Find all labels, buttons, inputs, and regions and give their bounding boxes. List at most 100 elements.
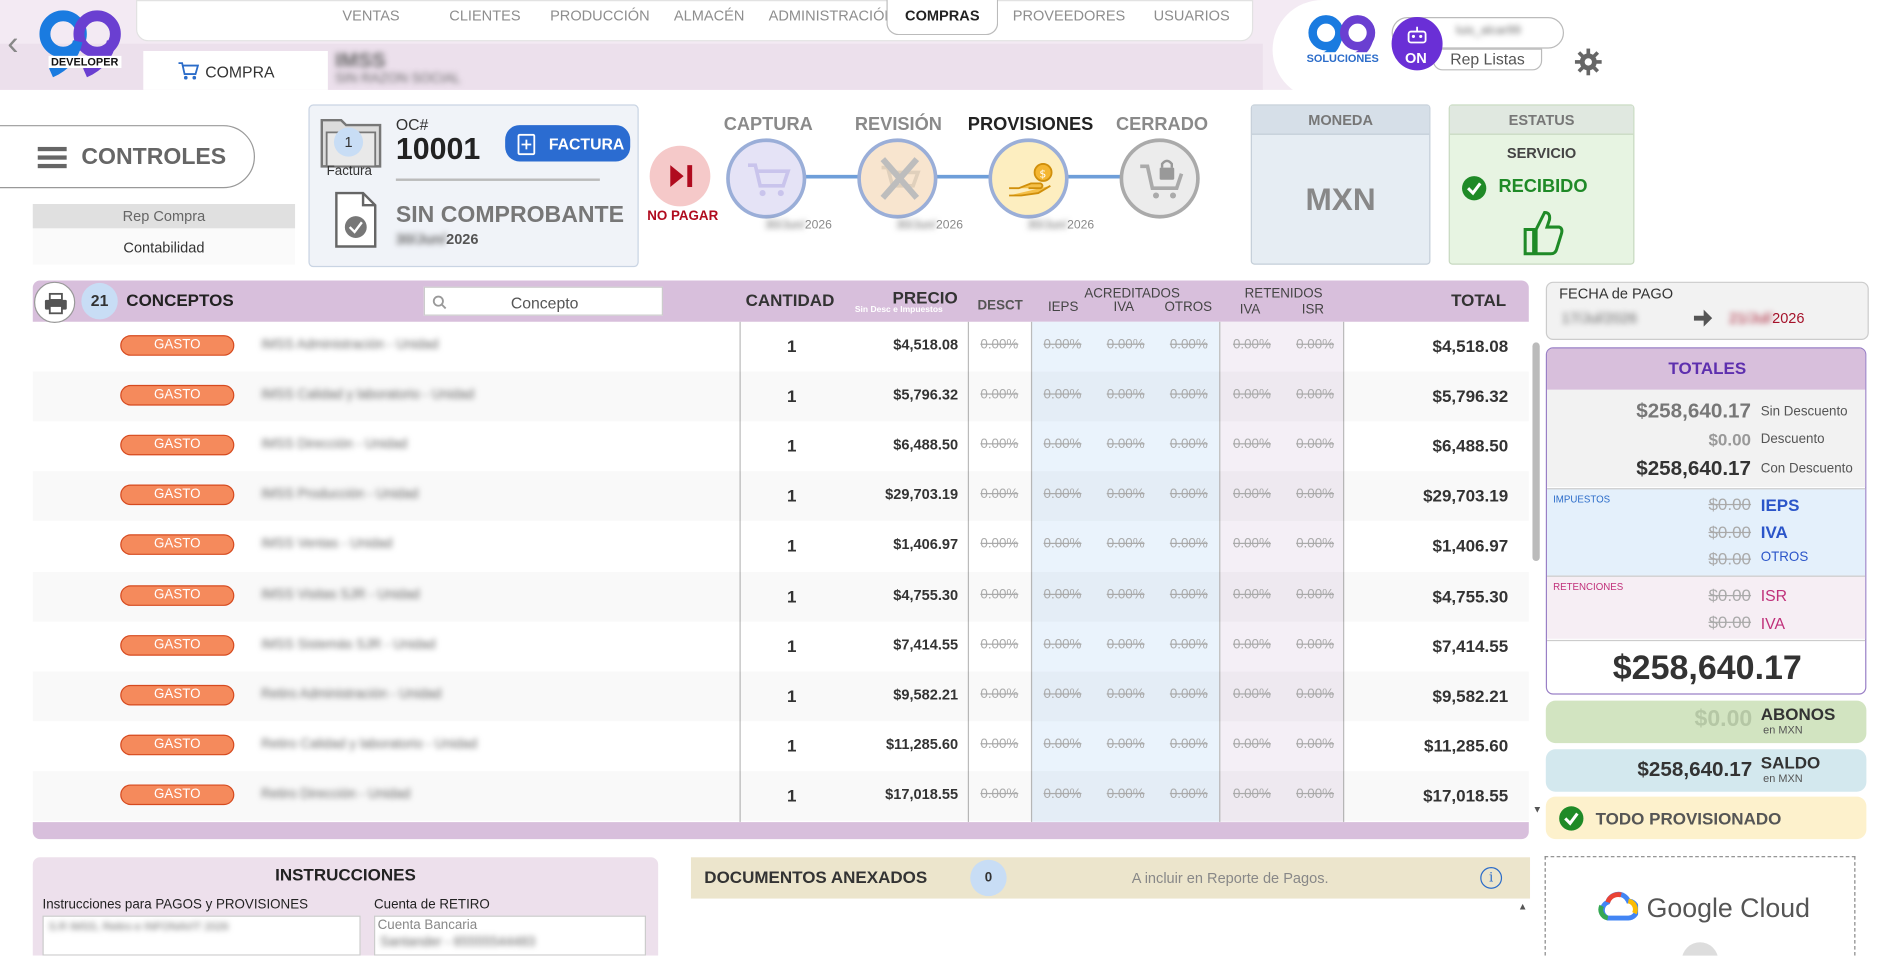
pagos-textarea[interactable]: S.R IMSS, Retiro e INFONAVIT 2026 — [42, 915, 361, 956]
concepto-search-input[interactable]: Concepto — [423, 286, 664, 316]
abonos-value: $0.00 — [1694, 706, 1753, 733]
nav-almacen[interactable]: ALMACÉN — [674, 7, 744, 24]
table-row[interactable]: GASTO Retiro Administración - Unidad 1 $9,5… — [33, 671, 1529, 721]
precio-cell[interactable]: $7,414.55 — [834, 636, 958, 653]
precio-cell[interactable]: $5,796.32 — [834, 386, 958, 403]
cantidad-cell[interactable]: 1 — [774, 636, 810, 655]
retiro-placeholder: Cuenta Bancaria — [377, 918, 478, 933]
nav-produccion[interactable]: PRODUCCIÓN — [550, 7, 650, 24]
cantidad-cell[interactable]: 1 — [774, 436, 810, 455]
print-button[interactable] — [34, 281, 76, 324]
table-scrollbar-thumb[interactable] — [1532, 342, 1540, 562]
cantidad-cell[interactable]: 1 — [774, 686, 810, 705]
tipo-badge[interactable]: GASTO — [120, 734, 235, 756]
gear-icon[interactable] — [1574, 47, 1603, 76]
table-row[interactable]: GASTO Retiro Dirección - Unidad 1 $17,018.5… — [33, 771, 1529, 821]
cantidad-cell[interactable]: 1 — [774, 736, 810, 755]
upload-button[interactable] — [1681, 942, 1719, 956]
cantidad-cell[interactable]: 1 — [774, 336, 810, 355]
nav-usuarios[interactable]: USUARIOS — [1154, 7, 1230, 24]
tipo-badge[interactable]: GASTO — [120, 534, 235, 556]
factura-button[interactable]: FACTURA — [505, 125, 631, 162]
precio-cell[interactable]: $29,703.19 — [834, 486, 958, 503]
precio-cell[interactable]: $17,018.55 — [834, 786, 958, 803]
cantidad-cell[interactable]: 1 — [774, 586, 810, 605]
upload-dropzone[interactable]: Google Cloud — [1544, 856, 1856, 956]
controles-button[interactable]: CONTROLES — [0, 125, 256, 189]
step-captura[interactable] — [726, 138, 807, 219]
tipo-badge[interactable]: GASTO — [120, 484, 235, 506]
robot-status-avatar[interactable]: ON — [1391, 17, 1443, 71]
precio-cell[interactable]: $9,582.21 — [834, 686, 958, 703]
total-cell: $4,518.08 — [1432, 336, 1509, 356]
cantidad-cell[interactable]: 1 — [774, 786, 810, 805]
iva-cell: 0.00% — [1106, 686, 1145, 702]
table-row[interactable]: GASTO IMSS Producción - Unidad 1 $29,703.19… — [33, 472, 1529, 522]
tipo-badge[interactable]: GASTO — [120, 335, 235, 356]
precio-cell[interactable]: $11,285.60 — [834, 736, 958, 753]
table-row[interactable]: GASTO IMSS Administración - Unidad 1 $4,518… — [33, 322, 1529, 372]
precio-cell[interactable]: $4,518.08 — [834, 336, 958, 353]
step-revision[interactable] — [857, 138, 938, 219]
comprobante-status: SIN COMPROBANTE — [395, 202, 625, 229]
cart-lock-icon — [1140, 159, 1184, 199]
tipo-badge[interactable]: GASTO — [120, 684, 235, 706]
step-cerrado[interactable] — [1119, 138, 1200, 219]
tab-compra[interactable]: COMPRA — [143, 51, 328, 90]
table-row[interactable]: GASTO Retiro Calidad y laboratorio - Unid… — [33, 721, 1529, 771]
precio-cell[interactable]: $4,755.30 — [834, 586, 958, 603]
iva-total-label: IVA — [1760, 522, 1788, 542]
tipo-badge[interactable]: GASTO — [120, 385, 235, 406]
ieps-cell: 0.00% — [1043, 387, 1082, 403]
tipo-badge[interactable]: GASTO — [120, 634, 235, 656]
factura-button-label: FACTURA — [548, 134, 625, 154]
cantidad-cell[interactable]: 1 — [774, 486, 810, 505]
nav-compras[interactable]: COMPRAS — [886, 0, 999, 36]
otros-cell: 0.00% — [1169, 786, 1208, 802]
back-chevron-icon[interactable]: ‹ — [7, 26, 18, 61]
isr-cell: 0.00% — [1296, 587, 1335, 602]
table-row[interactable]: GASTO IMSS Ventas - Unidad 1 $1,406.97 0.00%… — [33, 521, 1529, 571]
retiro-field[interactable]: Cuenta Bancaria Santander - 65555544483 — [374, 915, 647, 956]
otros-cell: 0.00% — [1169, 686, 1208, 702]
scroll-up-arrow-icon[interactable]: ▲ — [1518, 901, 1528, 912]
fecha-pago-to-day: 21/Jul/ — [1729, 309, 1773, 327]
nav-proveedores[interactable]: PROVEEDORES — [1013, 7, 1126, 24]
otros-cell: 0.00% — [1169, 637, 1208, 652]
otros-cell: 0.00% — [1169, 387, 1208, 403]
scroll-down-arrow-icon[interactable]: ▼ — [1532, 804, 1542, 815]
table-row[interactable]: GASTO IMSS Sistemás SJR - Unidad 1 $7,414.5… — [33, 621, 1529, 671]
table-row[interactable]: GASTO IMSS Visitas SJR - Unidad 1 $4,755.30… — [33, 571, 1529, 621]
tipo-badge[interactable]: GASTO — [120, 784, 235, 805]
r_iva-cell: 0.00% — [1232, 686, 1271, 702]
step-provisiones-date-day: 30/Jun/ — [1027, 218, 1068, 232]
cantidad-cell[interactable]: 1 — [774, 386, 810, 405]
instrucciones-title: INSTRUCCIONES — [275, 864, 416, 885]
printer-icon — [44, 292, 67, 315]
ieps-cell: 0.00% — [1043, 637, 1082, 652]
rep-listas-button[interactable]: Rep Listas — [1432, 48, 1543, 71]
tipo-badge[interactable]: GASTO — [120, 584, 235, 606]
nav-clientes[interactable]: CLIENTES — [449, 7, 520, 24]
tipo-badge[interactable]: GASTO — [120, 434, 235, 456]
no-pagar-button[interactable] — [649, 145, 711, 207]
contabilidad-link[interactable]: Contabilidad — [33, 236, 295, 260]
desct-cell: 0.00% — [980, 537, 1019, 552]
nav-ventas[interactable]: VENTAS — [342, 7, 399, 24]
rep-compra-link[interactable]: Rep Compra — [32, 204, 296, 229]
nav-administracion[interactable]: ADMINISTRACIÓN — [769, 7, 895, 24]
conceptos-count-badge: 21 — [81, 282, 118, 320]
cantidad-cell[interactable]: 1 — [774, 536, 810, 555]
step-provisiones[interactable]: $ — [988, 138, 1069, 219]
table-row[interactable]: GASTO IMSS Dirección - Unidad 1 $6,488.50 0.… — [33, 422, 1529, 472]
precio-cell[interactable]: $1,406.97 — [834, 536, 958, 553]
table-row[interactable]: GASTO IMSS Calidad y laboratorio - Unidad… — [33, 372, 1529, 422]
sin-descuento-value: $258,640.17 — [1636, 399, 1752, 423]
precio-cell[interactable]: $6,488.50 — [834, 436, 958, 453]
concepto-cell: Retiro Calidad y laboratorio - Unidad — [261, 736, 478, 752]
r_iva-cell: 0.00% — [1232, 637, 1271, 652]
logo-text: DEVELOPER — [48, 55, 121, 69]
otros-cell: 0.00% — [1169, 437, 1208, 452]
info-icon[interactable]: i — [1480, 867, 1503, 889]
isr-cell: 0.00% — [1296, 637, 1335, 652]
